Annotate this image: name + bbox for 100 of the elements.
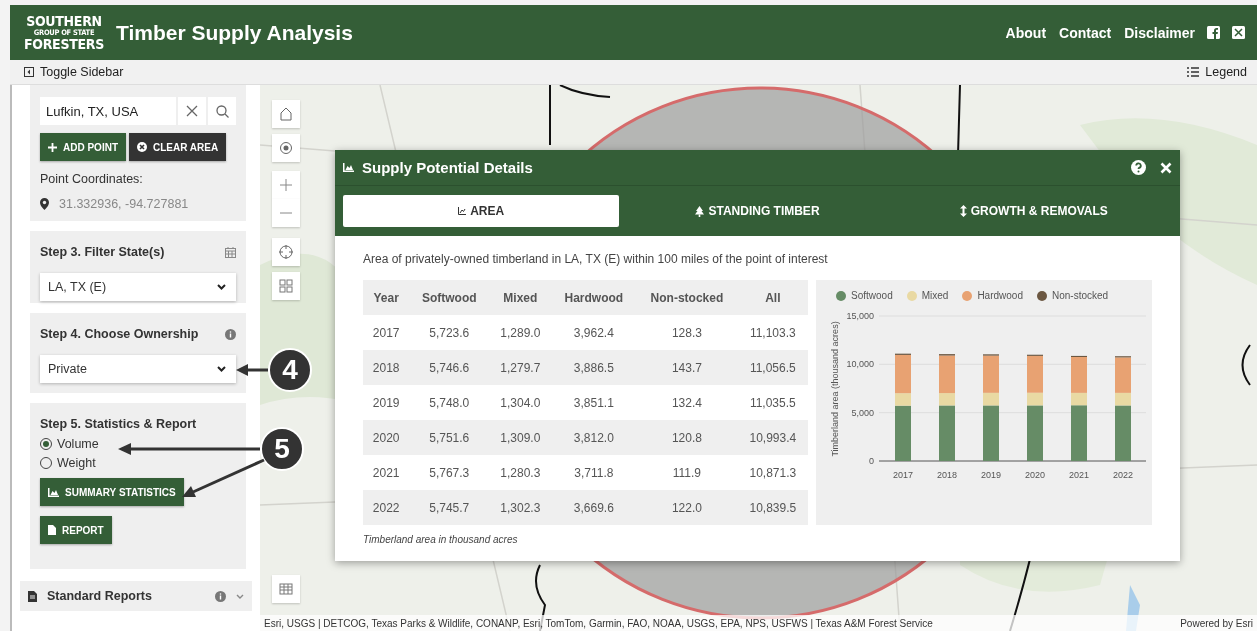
info-icon[interactable] xyxy=(225,328,236,340)
axis-tick-label: 15,000 xyxy=(846,311,874,321)
search-button[interactable] xyxy=(208,97,236,125)
toggle-sidebar-button[interactable]: Toggle Sidebar xyxy=(24,65,124,79)
report-button[interactable]: REPORT xyxy=(40,516,112,544)
column-header: Mixed xyxy=(489,280,552,315)
table-icon xyxy=(278,581,294,597)
table-cell: 3,669.6 xyxy=(551,490,637,525)
callout-arrow xyxy=(236,364,268,376)
state-select[interactable]: LA, TX (E) xyxy=(40,273,236,301)
tab[interactable]: GROWTH & REMOVALS xyxy=(895,195,1172,227)
table-cell: 1,304.0 xyxy=(489,385,552,420)
ownership-select[interactable]: Private xyxy=(40,355,236,383)
table-cell: 132.4 xyxy=(636,385,738,420)
legend-label: Hardwood xyxy=(977,290,1023,301)
table-cell: 1,302.3 xyxy=(489,490,552,525)
tab[interactable]: AREA xyxy=(343,195,620,227)
tree-icon xyxy=(695,205,705,217)
table-note: Timberland area in thousand acres xyxy=(363,534,519,545)
help-icon[interactable] xyxy=(1131,160,1146,175)
table-cell: 5,748.0 xyxy=(409,385,490,420)
column-header: Hardwood xyxy=(551,280,637,315)
x-logo-icon[interactable] xyxy=(1232,26,1245,39)
table-cell: 1,309.0 xyxy=(489,420,552,455)
facebook-icon[interactable] xyxy=(1207,26,1220,39)
map-control-button[interactable] xyxy=(272,100,300,128)
table-cell: 10,839.5 xyxy=(737,490,808,525)
nav-link[interactable]: Disclaimer xyxy=(1124,24,1195,41)
clear-button[interactable] xyxy=(178,97,206,125)
table-cell: 2017 xyxy=(363,315,410,350)
axis-tick-label: 2021 xyxy=(1069,470,1089,480)
summary-statistics-button[interactable]: SUMMARY STATISTICS xyxy=(40,478,184,506)
list-icon xyxy=(1187,67,1200,77)
column-header: All xyxy=(737,280,808,315)
clear-area-button[interactable]: CLEAR AREA xyxy=(129,133,227,161)
axis-tick-label: 2020 xyxy=(1025,470,1045,480)
table-cell: 111.9 xyxy=(636,455,738,490)
column-header: Non-stocked xyxy=(636,280,738,315)
close-icon[interactable] xyxy=(1160,161,1172,174)
plus-icon xyxy=(48,142,57,152)
table-cell: 2022 xyxy=(363,490,410,525)
table-cell: 1,289.0 xyxy=(489,315,552,350)
chevron-down-icon xyxy=(217,366,226,372)
map-control-button[interactable] xyxy=(272,134,300,162)
home-icon xyxy=(278,106,294,122)
info-icon[interactable] xyxy=(215,590,226,602)
table-cell: 2019 xyxy=(363,385,410,420)
option-label[interactable]: Volume xyxy=(57,437,99,451)
table-cell: 122.0 xyxy=(636,490,738,525)
app-title: Timber Supply Analysis xyxy=(115,20,353,45)
table-cell: 1,280.3 xyxy=(489,455,552,490)
dialog-title: Supply Potential Details xyxy=(362,159,534,176)
table-cell: 3,812.0 xyxy=(551,420,637,455)
chevron-down-icon xyxy=(236,593,244,599)
nav-link[interactable]: Contact xyxy=(1059,24,1112,41)
map-control-button[interactable] xyxy=(272,272,300,300)
axis-tick-label: 2019 xyxy=(981,470,1001,480)
nav-link[interactable]: About xyxy=(1005,24,1047,41)
option-label[interactable]: Weight xyxy=(57,456,96,470)
tab[interactable]: STANDING TIMBER xyxy=(619,195,896,227)
table-cell: 2021 xyxy=(363,455,410,490)
map-control-button[interactable] xyxy=(272,238,300,266)
table-cell: 11,035.5 xyxy=(737,385,808,420)
area-chart-icon xyxy=(48,487,59,497)
powered-by-text: Powered by Esri xyxy=(1180,617,1253,629)
table-cell: 5,767.3 xyxy=(409,455,490,490)
legend-label: Softwood xyxy=(851,290,893,301)
coordinates-text: 31.332936, -94.727881 xyxy=(59,197,189,211)
axis-tick-label: 5,000 xyxy=(851,407,874,418)
table-cell: 143.7 xyxy=(636,350,738,385)
step-title: Step 5. Statistics & Report xyxy=(40,417,197,431)
collapse-icon xyxy=(24,67,34,77)
table-cell: 128.3 xyxy=(636,315,738,350)
calendar-icon[interactable] xyxy=(225,246,236,258)
location-field[interactable]: Lufkin, TX, USA xyxy=(40,97,176,125)
table-cell: 3,962.4 xyxy=(551,315,637,350)
up-down-arrow-icon xyxy=(959,205,967,217)
table-cell: 2018 xyxy=(363,350,410,385)
close-icon xyxy=(186,105,198,117)
step-title: Step 4. Choose Ownership xyxy=(40,327,199,341)
table-cell: 1,279.7 xyxy=(489,350,552,385)
axis-tick-label: 0 xyxy=(869,456,874,466)
chevron-down-icon xyxy=(217,284,226,290)
legend-label: Mixed xyxy=(921,290,949,301)
table-cell: 10,993.4 xyxy=(737,420,808,455)
close-circle-icon xyxy=(137,142,147,152)
standard-reports-header[interactable]: Standard Reports xyxy=(20,581,252,611)
axis-tick-label: 2018 xyxy=(937,470,957,480)
area-chart-icon xyxy=(343,163,354,172)
table-cell: 5,745.7 xyxy=(409,490,490,525)
search-icon xyxy=(215,104,229,118)
map-control-button[interactable] xyxy=(272,575,300,603)
table-cell: 11,103.3 xyxy=(737,315,808,350)
table-cell: 3,851.1 xyxy=(551,385,637,420)
axis-tick-label: 10,000 xyxy=(846,359,874,370)
step-title: Step 3. Filter State(s) xyxy=(40,245,165,259)
grid-icon xyxy=(278,278,294,294)
add-point-button[interactable]: ADD POINT xyxy=(40,133,126,161)
legend-button[interactable]: Legend xyxy=(1187,65,1247,79)
legend-label: Non-stocked xyxy=(1052,290,1109,301)
